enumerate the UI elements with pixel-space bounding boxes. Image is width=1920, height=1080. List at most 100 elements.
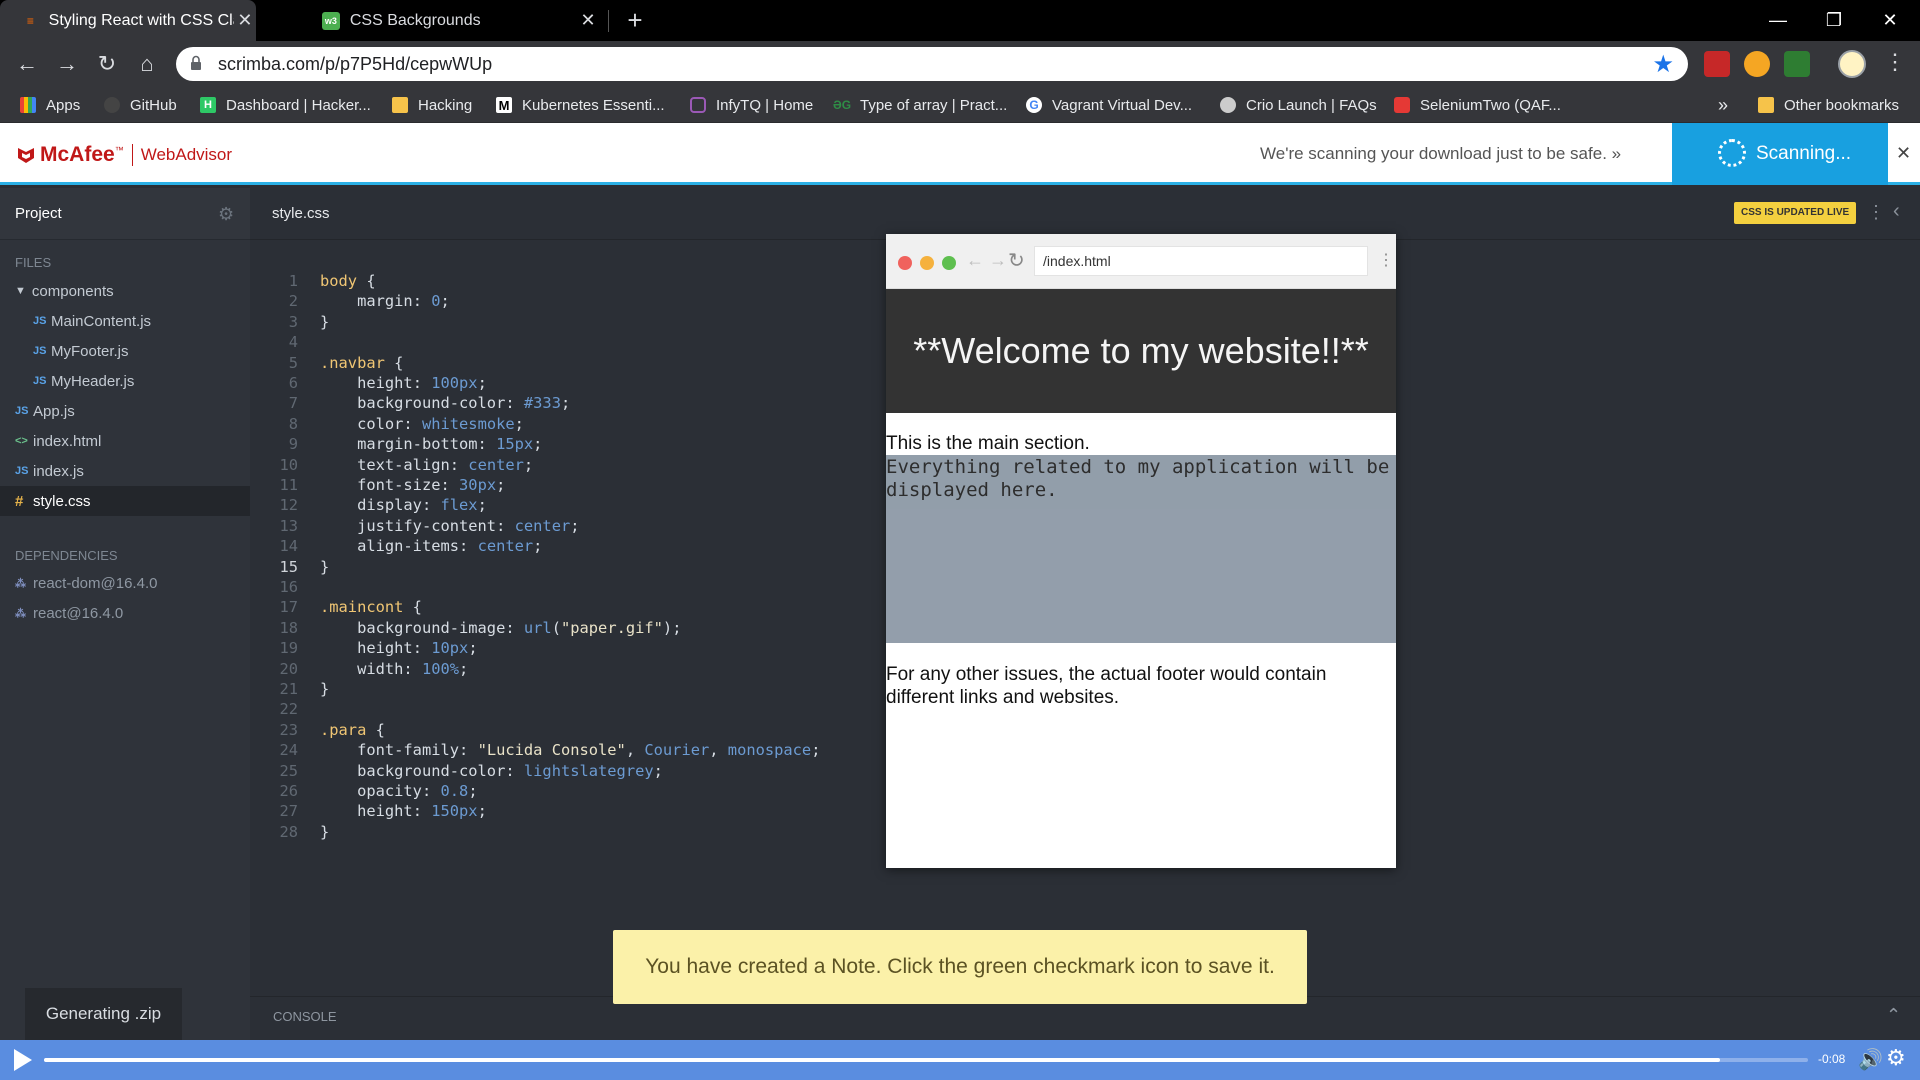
preview-reload-icon[interactable]: ↻ (1008, 248, 1025, 273)
hackerrank-icon: H (200, 97, 216, 113)
play-icon[interactable] (14, 1049, 32, 1071)
close-tab-icon[interactable]: ✕ (576, 10, 600, 31)
mcafee-logo: McAfee ™ WebAdvisor (16, 143, 232, 167)
restore-icon[interactable]: ❐ (1806, 0, 1862, 41)
bookmark-label: Dashboard | Hacker... (226, 96, 371, 114)
browser-menu-icon[interactable]: ⋮ (1884, 49, 1906, 75)
pocket-extension-icon[interactable] (1704, 51, 1730, 77)
bookmark-star-icon[interactable]: ★ (1652, 50, 1674, 79)
line-number: 9 (288, 435, 298, 454)
reload-icon[interactable]: ↻ (92, 49, 122, 79)
file-myheader-js[interactable]: JS MyHeader.js (0, 366, 250, 396)
close-dot-icon (898, 256, 912, 270)
bookmark-github[interactable]: GitHub (104, 87, 177, 123)
bookmark-selenium[interactable]: SeleniumTwo (QAF... (1394, 87, 1561, 123)
mcafee-shield-icon (18, 148, 34, 163)
code-line: } (320, 822, 330, 841)
close-window-icon[interactable]: ✕ (1862, 0, 1918, 41)
forward-icon[interactable]: → (52, 49, 82, 79)
line-number: 22 (279, 700, 298, 719)
dependency-react-dom[interactable]: ⁂ react-dom@16.4.0 (0, 568, 250, 598)
editor-filename-tab[interactable]: style.css (272, 205, 330, 222)
tab-css-backgrounds[interactable]: w3 CSS Backgrounds ✕ (300, 0, 600, 41)
code-line: height: 150px; (357, 802, 487, 821)
line-number: 2 (288, 292, 298, 311)
preview-footer-text: For any other issues, the actual footer … (886, 664, 1327, 708)
line-number: 3 (288, 312, 298, 331)
bookmark-vagrant[interactable]: G Vagrant Virtual Dev... (1026, 87, 1192, 123)
bookmark-kubernetes[interactable]: M Kubernetes Essenti... (496, 87, 665, 123)
code-line: color: whitesmoke; (357, 414, 524, 433)
minimize-icon[interactable]: — (1750, 0, 1806, 41)
file-myfooter-js[interactable]: JS MyFooter.js (0, 336, 250, 366)
bookmark-hacking[interactable]: Hacking (392, 87, 472, 123)
playback-timeline[interactable] (44, 1058, 1808, 1062)
code-line: .para { (320, 720, 385, 739)
file-label: MainContent.js (51, 312, 152, 330)
gear-icon[interactable]: ⚙ (218, 204, 234, 225)
bookmark-apps[interactable]: Apps (20, 87, 80, 123)
bookmark-crio[interactable]: Crio Launch | FAQs (1220, 87, 1377, 123)
line-number: 17 (279, 598, 298, 617)
code-line: height: 10px; (357, 639, 478, 658)
extension-icon[interactable] (1784, 51, 1810, 77)
dependency-react[interactable]: ⁂ react@16.4.0 (0, 598, 250, 628)
profile-avatar[interactable] (1838, 50, 1866, 78)
other-bookmarks[interactable]: Other bookmarks (1758, 87, 1899, 123)
bookmark-hackerrank[interactable]: H Dashboard | Hacker... (200, 87, 371, 123)
bookmark-gfg[interactable]: ƏG Type of array | Pract... (833, 87, 1007, 123)
bookmark-infytq[interactable]: InfyTQ | Home (690, 87, 813, 123)
file-style-css[interactable]: # style.css (0, 486, 250, 516)
bookmarks-overflow-icon[interactable]: » (1718, 87, 1728, 123)
tab-styling-react[interactable]: ≡ Styling React with CSS Classes - Scrim… (0, 0, 256, 41)
file-index-html[interactable]: <> index.html (0, 426, 250, 456)
tab-title: CSS Backgrounds (349, 11, 481, 29)
lock-icon (191, 55, 201, 70)
bookmark-label: SeleniumTwo (QAF... (1420, 96, 1561, 114)
home-icon[interactable]: ⌂ (132, 49, 162, 79)
mcafee-brand: McAfee (40, 143, 115, 166)
extension-icon[interactable] (1744, 51, 1770, 77)
preview-menu-icon[interactable]: ⋮ (1378, 250, 1394, 270)
bookmark-label: Vagrant Virtual Dev... (1052, 96, 1193, 114)
file-label: index.html (33, 432, 102, 450)
scan-message[interactable]: We're scanning your download just to be … (1260, 144, 1621, 164)
close-icon[interactable]: ✕ (1896, 143, 1911, 164)
spinner-icon (1718, 139, 1746, 167)
code-line: .navbar { (320, 353, 404, 372)
preview-address-input[interactable]: /index.html (1034, 246, 1368, 276)
file-maincontent-js[interactable]: JS MainContent.js (0, 306, 250, 336)
folder-components[interactable]: ▼ components (0, 276, 250, 306)
line-number: 23 (279, 720, 298, 739)
back-icon[interactable]: ← (12, 49, 42, 79)
chevron-left-icon[interactable]: ‹ (1893, 200, 1900, 223)
scanning-button[interactable]: Scanning... (1672, 123, 1888, 185)
code-line: margin: 0; (357, 292, 450, 311)
settings-gear-icon[interactable]: ⚙ (1886, 1045, 1906, 1071)
code-line: width: 100%; (357, 659, 469, 678)
file-index-js[interactable]: JS index.js (0, 456, 250, 486)
close-tab-icon[interactable]: ✕ (234, 10, 256, 31)
js-file-icon: JS (15, 405, 29, 417)
line-number: 13 (279, 516, 298, 535)
code-line: height: 100px; (357, 374, 487, 392)
new-tab-icon[interactable]: + (620, 6, 650, 36)
address-bar[interactable]: scrimba.com/p/p7P5Hd/cepwWUp ★ (176, 47, 1688, 81)
volume-icon[interactable]: 🔊 (1858, 1047, 1883, 1072)
trademark: ™ (114, 145, 124, 155)
line-number: 27 (279, 802, 298, 821)
line-number: 16 (279, 578, 298, 596)
preview-nav-arrows-icon[interactable]: ← → (966, 250, 1007, 271)
scrimba-app: Project ⚙ FILES ▼ components JS MainCont… (0, 188, 1920, 1080)
code-line: .maincont { (320, 598, 422, 617)
file-app-js[interactable]: JS App.js (0, 396, 250, 426)
code-line: align-items: center; (357, 537, 543, 556)
code-line: background-color: lightslategrey; (357, 761, 663, 780)
line-number: 6 (288, 374, 298, 392)
more-options-icon[interactable]: ⋮ (1867, 202, 1885, 223)
folder-icon (392, 97, 408, 113)
chevron-up-icon[interactable]: ⌃ (1886, 1005, 1901, 1026)
preview-navbar: **Welcome to my website!!** (886, 289, 1396, 413)
scrimba-favicon-icon: ≡ (26, 13, 34, 28)
line-number: 8 (288, 414, 298, 433)
